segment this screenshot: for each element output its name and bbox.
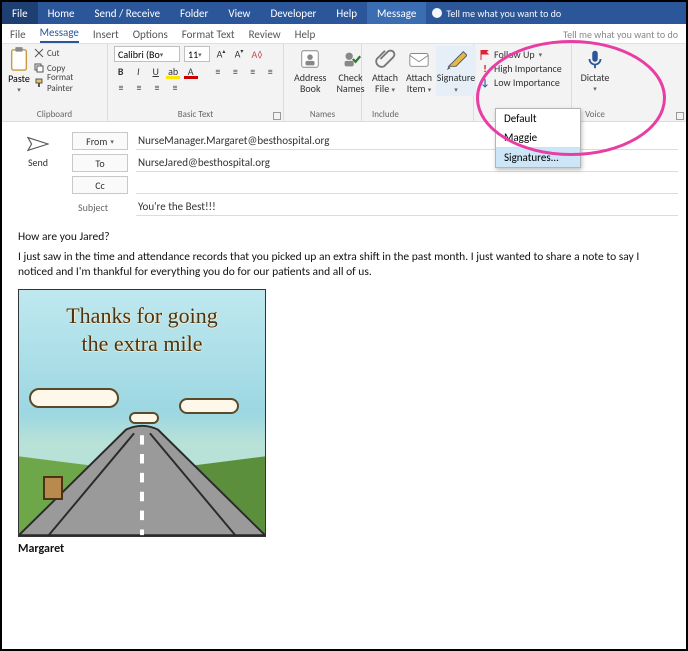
align-justify-button[interactable]: ≡ (168, 81, 182, 94)
group-label-names: Names (290, 109, 355, 121)
clear-format-button[interactable]: A◊ (250, 48, 264, 61)
group-label-clipboard: Clipboard (8, 109, 101, 121)
message-body[interactable]: How are you Jared? I just saw in the tim… (2, 222, 686, 571)
signature-dropdown-menu: Default Maggie Signatures... (495, 108, 581, 168)
group-label-basic-text: Basic Text (114, 109, 277, 121)
send-label: Send (28, 156, 48, 169)
tab-message-context[interactable]: Message (367, 2, 426, 24)
format-painter-button[interactable]: Format Painter (34, 76, 101, 90)
bullets-button[interactable]: ≡ (211, 65, 224, 78)
tab-send-receive[interactable]: Send / Receive (85, 2, 171, 24)
subject-field[interactable]: You're the Best!!! (136, 198, 678, 216)
ribbon-tabs: File Message Insert Options Format Text … (2, 24, 686, 44)
lightbulb-icon (432, 8, 442, 18)
from-field[interactable]: NurseManager.Margaret@besthospital.org (136, 132, 678, 150)
shrink-font-button[interactable]: A▾ (232, 47, 246, 60)
dialog-launcher-icon[interactable] (273, 112, 281, 120)
align-center-button[interactable]: ≡ (132, 81, 146, 94)
attach-file-button[interactable]: AttachFile ▾ (368, 46, 402, 96)
highlight-button[interactable]: ab (166, 65, 179, 78)
signature-button[interactable]: Signature▾ (436, 46, 476, 96)
italic-button[interactable]: I (131, 65, 144, 78)
grow-font-button[interactable]: A▴ (214, 47, 228, 60)
numbering-button[interactable]: ≡ (229, 65, 242, 78)
indent-right-button[interactable]: ≡ (264, 65, 277, 78)
ribtab-file[interactable]: File (10, 28, 26, 43)
align-left-button[interactable]: ≡ (114, 81, 128, 94)
follow-up-button[interactable]: Follow Up ▾ (480, 48, 565, 61)
sigmenu-maggie[interactable]: Maggie (496, 128, 580, 147)
ribbon: Paste ▾ Cut Copy Format Painter Clipboar… (2, 44, 686, 122)
paste-label: Paste (8, 72, 30, 85)
send-icon (27, 136, 49, 152)
message-header: Send From ▾ NurseManager.Margaret@bestho… (2, 122, 686, 222)
from-button[interactable]: From ▾ (72, 132, 128, 150)
body-paragraph: I just saw in the time and attendance re… (18, 250, 670, 281)
ribtab-tellme[interactable]: Tell me what you want to do (563, 28, 678, 43)
group-label-include: Include (368, 109, 467, 121)
ribtab-review[interactable]: Review (249, 28, 281, 43)
high-importance-button[interactable]: !High Importance (480, 62, 565, 75)
ribtab-message[interactable]: Message (40, 26, 79, 43)
cut-button[interactable]: Cut (34, 46, 101, 60)
to-button[interactable]: To (72, 154, 128, 172)
ribtab-options[interactable]: Options (133, 28, 168, 43)
send-button[interactable]: Send (10, 132, 66, 216)
tab-help[interactable]: Help (326, 2, 367, 24)
body-greeting: How are you Jared? (18, 230, 670, 246)
embedded-image: Thanks for going the extra mile (18, 289, 266, 537)
ribtab-help[interactable]: Help (295, 28, 316, 43)
dialog-launcher-icon[interactable] (676, 112, 684, 120)
font-name-combo[interactable]: Calibri (Bo▾ (114, 46, 180, 62)
attach-item-button[interactable]: AttachItem ▾ (402, 46, 436, 96)
paste-button[interactable]: Paste ▾ (8, 46, 30, 94)
image-text-line1: Thanks for going (19, 304, 265, 327)
ribtab-format-text[interactable]: Format Text (182, 28, 235, 43)
cc-field[interactable] (136, 176, 678, 194)
tell-me-text: Tell me what you want to do (446, 7, 561, 20)
group-clipboard: Paste ▾ Cut Copy Format Painter Clipboar… (2, 44, 108, 121)
cc-button[interactable]: Cc (72, 176, 128, 194)
app-titlebar: File Home Send / Receive Folder View Dev… (2, 2, 686, 24)
image-text-line2: the extra mile (19, 332, 265, 355)
to-field[interactable]: NurseJared@besthospital.org (136, 154, 678, 172)
group-include: AttachFile ▾ AttachItem ▾ Signature▾ Inc… (362, 44, 474, 121)
subject-label: Subject (72, 201, 128, 214)
font-size-combo[interactable]: 11▾ (184, 46, 210, 62)
underline-button[interactable]: U (149, 65, 162, 78)
tab-view[interactable]: View (218, 2, 260, 24)
group-label-voice: Voice (578, 109, 612, 121)
address-book-button[interactable]: AddressBook (290, 46, 330, 96)
group-basic-text: Calibri (Bo▾ 11▾ A▴ A▾ A◊ B I U ab A ≡ ≡… (108, 44, 284, 121)
bold-button[interactable]: B (114, 65, 127, 78)
indent-left-button[interactable]: ≡ (246, 65, 259, 78)
group-names: AddressBook CheckNames Names (284, 44, 362, 121)
ribtab-insert[interactable]: Insert (93, 28, 119, 43)
sigmenu-default[interactable]: Default (496, 109, 580, 128)
body-signoff: Margaret (18, 541, 670, 557)
tab-home[interactable]: Home (38, 2, 85, 24)
low-importance-button[interactable]: ↓Low Importance (480, 76, 565, 89)
sigmenu-signatures[interactable]: Signatures... (496, 148, 580, 167)
dictate-button[interactable]: Dictate▾ (578, 46, 612, 95)
tell-me-search[interactable]: Tell me what you want to do (426, 2, 567, 24)
font-color-button[interactable]: A (184, 65, 197, 78)
tab-folder[interactable]: Folder (170, 2, 218, 24)
tab-developer[interactable]: Developer (260, 2, 326, 24)
align-right-button[interactable]: ≡ (150, 81, 164, 94)
tab-file[interactable]: File (2, 2, 38, 24)
